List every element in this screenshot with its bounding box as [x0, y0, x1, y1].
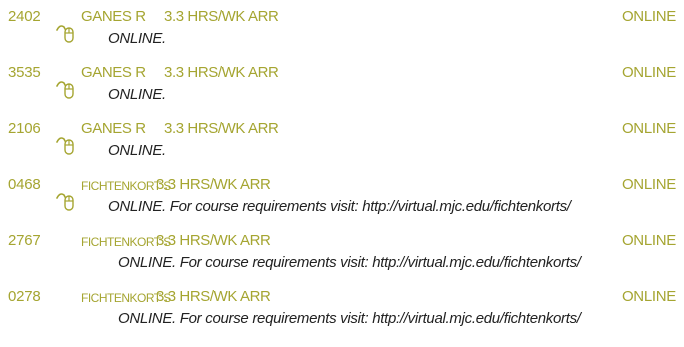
section-number: 2106	[8, 120, 41, 137]
mouse-icon	[56, 188, 80, 214]
course-entry: 0468 FICHTENKORT S 3.3 HRS/WK ARR ONLINE…	[0, 168, 684, 224]
instructor-name: GANES R	[81, 64, 146, 81]
section-number: 3535	[8, 64, 41, 81]
section-note: ONLINE.	[108, 86, 166, 103]
section-note: ONLINE.	[108, 142, 166, 159]
section-note: ONLINE. For course requirements visit: h…	[118, 310, 581, 327]
mouse-icon	[56, 76, 80, 102]
course-listing: 2402 GANES R 3.3 HRS/WK ARR ONLINE ONLIN…	[0, 0, 684, 347]
mouse-icon	[56, 20, 80, 46]
section-note: ONLINE. For course requirements visit: h…	[118, 254, 581, 271]
section-note: ONLINE. For course requirements visit: h…	[108, 198, 571, 215]
course-entry: 2106 GANES R 3.3 HRS/WK ARR ONLINE ONLIN…	[0, 112, 684, 168]
section-number: 0278	[8, 288, 41, 305]
section-note: ONLINE.	[108, 30, 166, 47]
location-text: ONLINE	[621, 64, 676, 81]
mouse-icon	[56, 132, 80, 158]
hours-text: 3.3 HRS/WK ARR	[156, 176, 271, 193]
section-number: 0468	[8, 176, 41, 193]
section-number: 2402	[8, 8, 41, 25]
hours-text: 3.3 HRS/WK ARR	[164, 64, 279, 81]
location-text: ONLINE	[621, 176, 676, 193]
location-text: ONLINE	[621, 8, 676, 25]
hours-text: 3.3 HRS/WK ARR	[156, 288, 271, 305]
course-entry: 2402 GANES R 3.3 HRS/WK ARR ONLINE ONLIN…	[0, 0, 684, 56]
course-entry: 0278 FICHTENKORT S 3.3 HRS/WK ARR ONLINE…	[0, 280, 684, 336]
location-text: ONLINE	[621, 120, 676, 137]
course-entry: 3535 GANES R 3.3 HRS/WK ARR ONLINE ONLIN…	[0, 56, 684, 112]
location-text: ONLINE	[621, 232, 676, 249]
instructor-name: GANES R	[81, 8, 146, 25]
instructor-name: GANES R	[81, 120, 146, 137]
location-text: ONLINE	[621, 288, 676, 305]
course-entry: 2767 FICHTENKORT S 3.3 HRS/WK ARR ONLINE…	[0, 224, 684, 280]
section-number: 2767	[8, 232, 41, 249]
hours-text: 3.3 HRS/WK ARR	[164, 120, 279, 137]
hours-text: 3.3 HRS/WK ARR	[156, 232, 271, 249]
hours-text: 3.3 HRS/WK ARR	[164, 8, 279, 25]
